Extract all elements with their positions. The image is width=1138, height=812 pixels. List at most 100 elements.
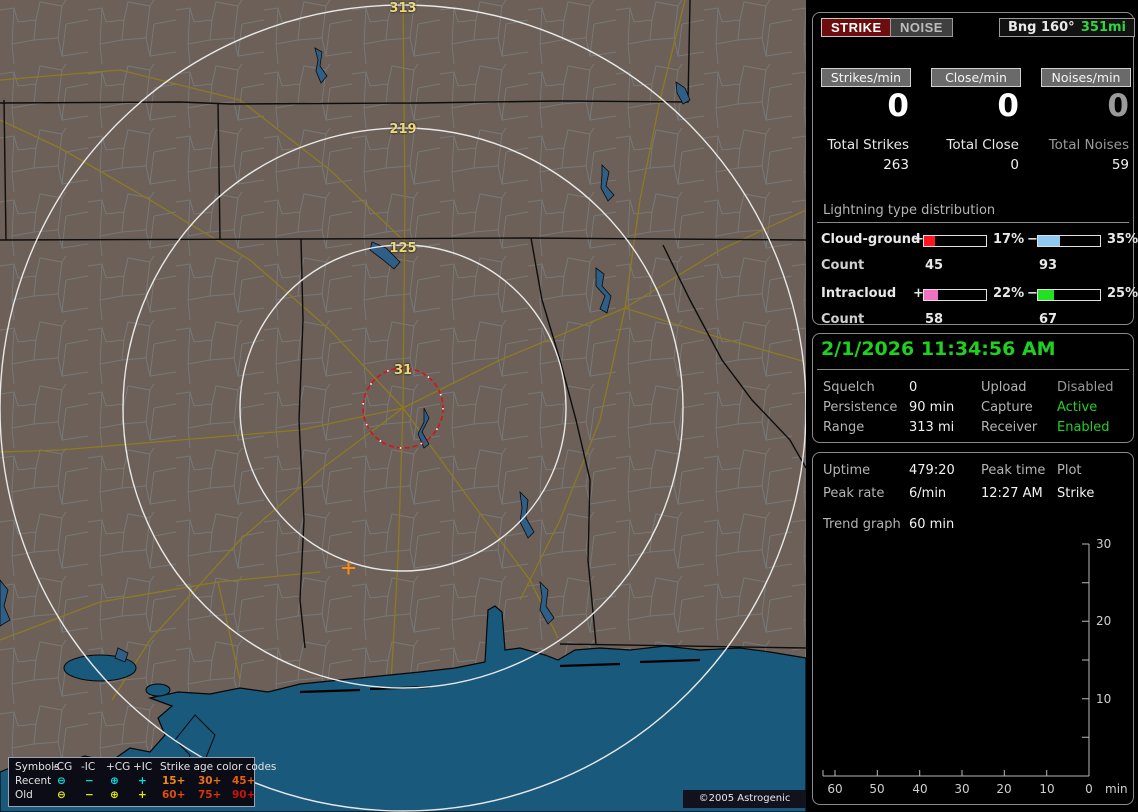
- ic-negative-bar-fill: [1038, 290, 1054, 300]
- trend-panel: Uptime 479:20 Peak time Plot Peak rate 6…: [812, 452, 1134, 805]
- ic-negative-bar: [1037, 289, 1101, 301]
- trend-graph-label: Trend graph: [823, 517, 901, 532]
- squelch-value: 0: [909, 380, 918, 395]
- range-value: 313 mi: [909, 420, 955, 435]
- recent-neg-cg-icon: ⊖: [57, 775, 66, 787]
- total-close-label: Total Close: [946, 137, 1019, 153]
- upload-label: Upload: [981, 380, 1027, 395]
- strikes-per-min-value: 0: [887, 88, 909, 124]
- capture-status: Active: [1057, 400, 1098, 415]
- peak-time-value: 12:27 AM: [981, 486, 1043, 501]
- old-pos-ic-icon: +: [138, 789, 147, 801]
- old-neg-cg-icon: ⊖: [57, 789, 66, 801]
- agecode-15: 15+: [162, 775, 186, 787]
- x-axis-unit: min: [1105, 782, 1128, 796]
- intracloud-label: Intracloud: [821, 286, 897, 301]
- stats-panel: STRIKE NOISE Bng 160° 351mi Strikes/min …: [812, 12, 1138, 327]
- upload-status: Disabled: [1057, 380, 1114, 395]
- datetime-readout: 2/1/2026 11:34:56 AM: [821, 338, 1056, 360]
- datetime-divider: [817, 369, 1129, 370]
- peak-rate-value: 6/min: [909, 486, 947, 501]
- recent-neg-ic-icon: −: [85, 775, 94, 787]
- cg-count-label: Count: [821, 258, 865, 273]
- ring-label-313: 313: [389, 1, 417, 16]
- ic-positive-count: 58: [925, 312, 944, 327]
- range-label: Range: [823, 420, 865, 435]
- x-tick-10: 10: [1039, 782, 1055, 796]
- cg-positive-pct: 17%: [993, 232, 1025, 247]
- old-neg-ic-icon: −: [85, 789, 94, 801]
- x-tick-60: 60: [827, 782, 843, 796]
- nexstorm-window: 313 219 125 31 Symbols -CG -IC +CG +IC S…: [0, 0, 1138, 812]
- lightning-map[interactable]: 313 219 125 31 Symbols -CG -IC +CG +IC S…: [0, 0, 807, 812]
- receiver-label: Receiver: [981, 420, 1038, 435]
- agecode-45: 45+: [232, 775, 256, 787]
- noises-per-min-chip[interactable]: Noises/min: [1041, 68, 1131, 87]
- ic-positive-pct: 22%: [993, 286, 1025, 301]
- agecode-90: 90+: [232, 789, 256, 801]
- receiver-status: Enabled: [1057, 420, 1110, 435]
- status-panel: 2/1/2026 11:34:56 AM Squelch 0 Upload Di…: [812, 333, 1134, 443]
- symbol-legend: Symbols -CG -IC +CG +IC Strike age color…: [8, 757, 276, 807]
- close-per-min-value: 0: [997, 88, 1019, 124]
- persistence-value: 90 min: [909, 400, 955, 415]
- x-tick-40: 40: [912, 782, 928, 796]
- x-tick-30: 30: [954, 782, 970, 796]
- old-pos-cg-icon: ⊕: [110, 789, 119, 801]
- legend-row-recent-label: Recent: [15, 775, 52, 787]
- ic-positive-bar-fill: [924, 290, 938, 300]
- noise-mode-button[interactable]: NOISE: [890, 18, 953, 37]
- uptime-label: Uptime: [823, 463, 871, 478]
- noises-per-min-value: 0: [1107, 88, 1129, 124]
- x-tick-20: 20: [996, 782, 1012, 796]
- total-strikes-label: Total Strikes: [827, 137, 909, 153]
- strikes-per-min-chip[interactable]: Strikes/min: [821, 68, 911, 87]
- legend-col-neg-cg: -CG: [53, 761, 73, 773]
- capture-label: Capture: [981, 400, 1033, 415]
- cg-positive-bar: [923, 235, 987, 247]
- legend-age-title: Strike age color codes: [160, 761, 277, 773]
- squelch-label: Squelch: [823, 380, 875, 395]
- uptime-value: 479:20: [909, 463, 955, 478]
- agecode-30: 30+: [198, 775, 222, 787]
- total-strikes-value: 263: [883, 157, 909, 173]
- distribution-title: Lightning type distribution: [823, 203, 996, 218]
- distribution-divider: [817, 222, 1129, 223]
- y-tick-20: 20: [1096, 614, 1112, 628]
- legend-col-pos-ic: +IC: [133, 761, 153, 773]
- strike-mode-button[interactable]: STRIKE: [821, 18, 892, 37]
- trend-graph-window: 60 min: [909, 517, 955, 532]
- cg-negative-count: 93: [1039, 258, 1058, 273]
- total-noises-label: Total Noises: [1048, 137, 1129, 153]
- ic-count-label: Count: [821, 312, 865, 327]
- ring-label-125: 125: [389, 241, 417, 256]
- copyright-text: ©2005 Astrogenic Systems: [683, 790, 806, 812]
- recent-pos-ic-icon: +: [138, 775, 147, 787]
- x-tick-0: 0: [1085, 782, 1093, 796]
- trend-graph: [822, 543, 1090, 777]
- y-tick-10: 10: [1096, 692, 1112, 706]
- close-per-min-chip[interactable]: Close/min: [931, 68, 1021, 87]
- bearing-distance: 351mi: [1080, 20, 1126, 35]
- peak-rate-label: Peak rate: [823, 486, 885, 501]
- cg-negative-pct: 35%: [1107, 232, 1138, 247]
- cg-negative-bar: [1037, 235, 1101, 247]
- ic-negative-pct: 25%: [1107, 286, 1138, 301]
- agecode-60: 60+: [162, 789, 186, 801]
- agecode-75: 75+: [198, 789, 222, 801]
- ic-negative-count: 67: [1039, 312, 1058, 327]
- cg-positive-bar-fill: [924, 236, 935, 246]
- cg-positive-count: 45: [925, 258, 944, 273]
- ring-label-31: 31: [393, 363, 413, 378]
- total-noises-value: 59: [1111, 157, 1129, 173]
- ic-positive-bar: [923, 289, 987, 301]
- legend-col-neg-ic: -IC: [81, 761, 96, 773]
- bearing-label: Bng 160°: [1008, 20, 1075, 35]
- y-tick-30: 30: [1096, 537, 1112, 551]
- cloud-ground-label: Cloud-ground: [821, 232, 921, 247]
- legend-col-pos-cg: +CG: [106, 761, 131, 773]
- plot-value: Strike: [1057, 486, 1095, 501]
- bearing-readout: Bng 160° 351mi: [999, 18, 1135, 37]
- total-close-value: 0: [1010, 157, 1019, 173]
- x-tick-50: 50: [869, 782, 885, 796]
